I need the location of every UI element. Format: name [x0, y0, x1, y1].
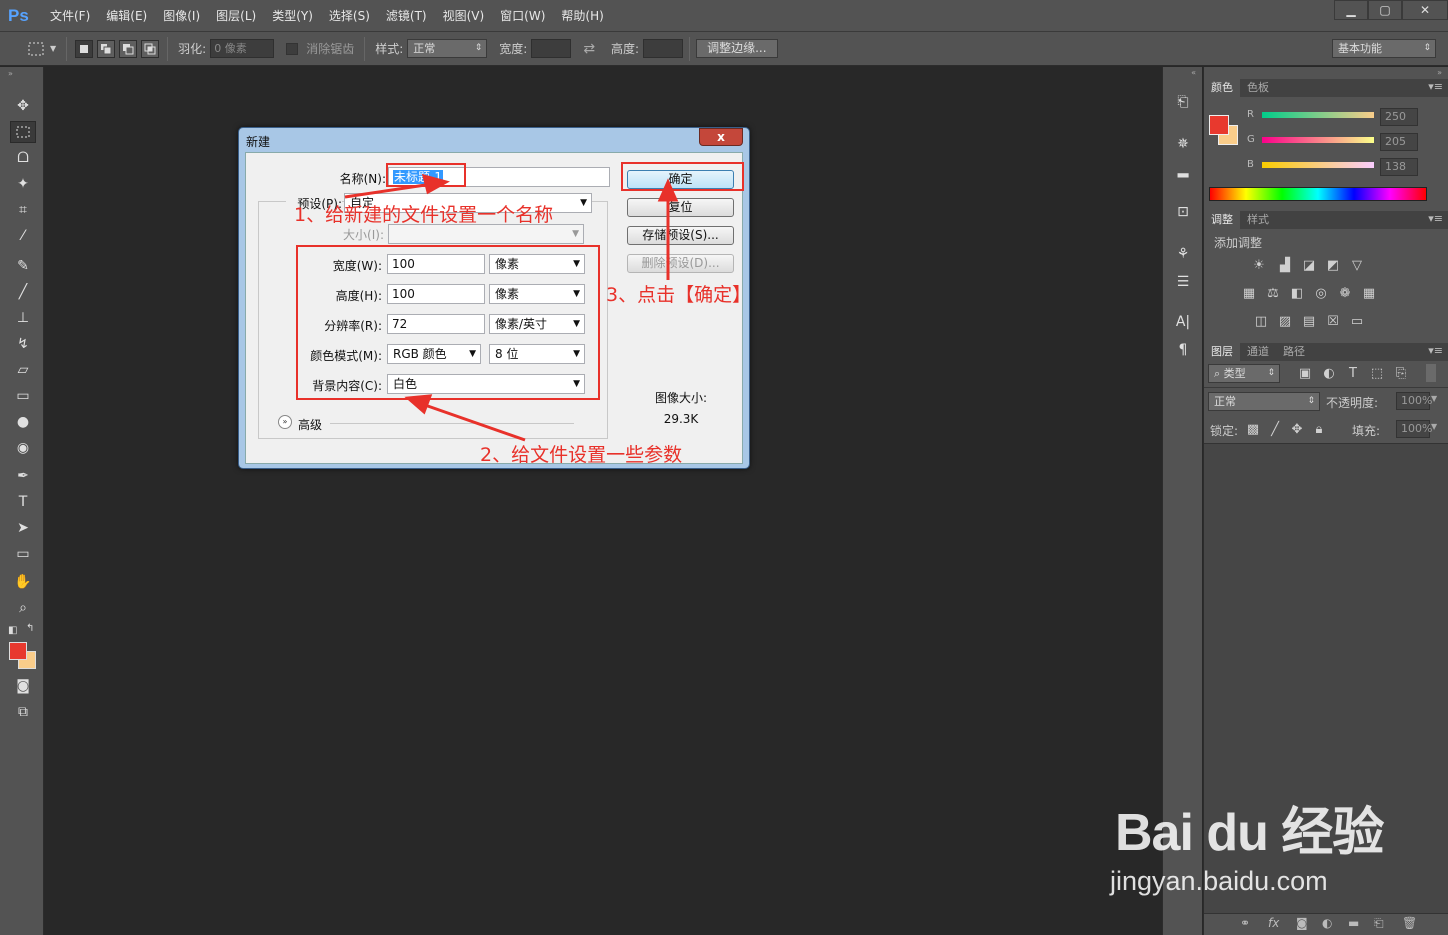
baidu-watermark-url: jingyan.baidu.com: [1110, 866, 1328, 896]
annotation-step1: 1、给新建的文件设置一个名称: [294, 204, 554, 226]
annotation-step3: 3、点击【确定】: [606, 284, 752, 306]
annotation-step2: 2、给文件设置一些参数: [480, 444, 683, 466]
baidu-watermark-logo: Bai du 经验: [1115, 804, 1384, 862]
